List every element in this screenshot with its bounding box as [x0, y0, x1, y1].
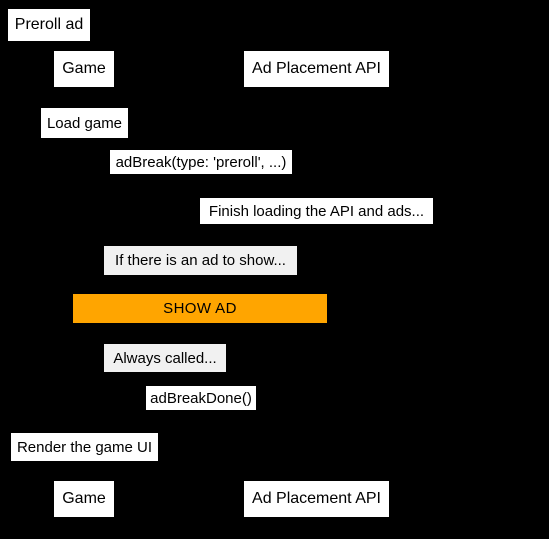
- participant-game-bottom[interactable]: Game: [54, 481, 114, 517]
- note-always-called: Always called...: [104, 344, 226, 372]
- note-if-there-is-an-ad-to-show: If there is an ad to show...: [104, 246, 297, 275]
- message-load-game: Load game: [41, 108, 128, 138]
- sequence-diagram: Preroll ad Game Ad Placement API Load ga…: [0, 0, 549, 539]
- message-render-the-game-ui: Render the game UI: [11, 433, 158, 461]
- participant-game-top[interactable]: Game: [54, 51, 114, 87]
- message-finish-loading: Finish loading the API and ads...: [200, 198, 433, 224]
- lifeline-ad-placement-api: [316, 87, 317, 481]
- lifeline-game: [83, 87, 84, 481]
- participant-ad-placement-api-bottom[interactable]: Ad Placement API: [244, 481, 389, 517]
- participant-ad-placement-api-top[interactable]: Ad Placement API: [244, 51, 389, 87]
- message-adbreak-call: adBreak(type: 'preroll', ...): [110, 150, 292, 174]
- diagram-title: Preroll ad: [8, 9, 90, 41]
- message-adbreakdone-call: adBreakDone(): [146, 386, 256, 410]
- activation-show-ad: SHOW AD: [73, 294, 327, 323]
